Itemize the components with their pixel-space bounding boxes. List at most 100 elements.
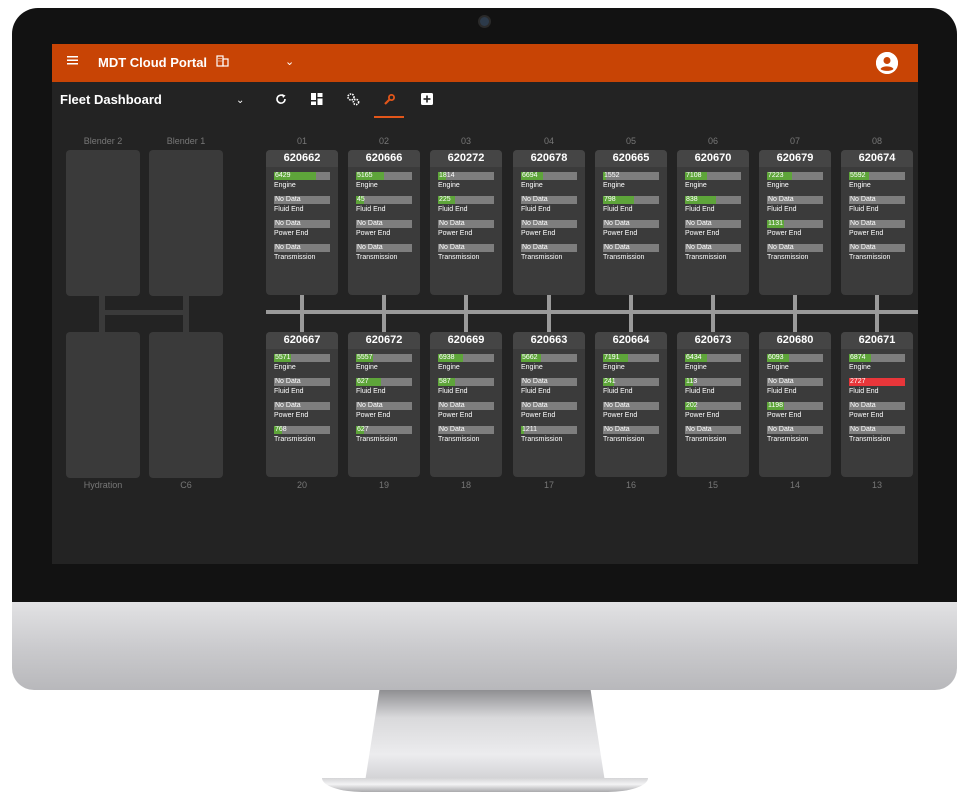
- menu-icon[interactable]: [66, 53, 82, 69]
- c6-block[interactable]: [149, 332, 223, 478]
- metric-bar: 6938: [438, 354, 494, 362]
- pump-card[interactable]: 620662 6429 Engine No Data Fluid End No Data P…: [266, 150, 338, 295]
- pump-metric: 6938 Engine: [438, 354, 494, 372]
- pump-slot-label: 01: [296, 136, 307, 146]
- pump-metric: No Data Transmission: [521, 244, 577, 262]
- pump-card[interactable]: 620679 7223 Engine No Data Fluid End 1131 Powe…: [759, 150, 831, 295]
- metric-label: Engine: [521, 364, 543, 371]
- dashboard-layout-icon[interactable]: [306, 88, 328, 110]
- pump-card[interactable]: 620666 5165 Engine 45 Fluid End No Data Power …: [348, 150, 420, 295]
- metric-bar: No Data: [767, 244, 823, 252]
- organization-icon[interactable]: [216, 54, 230, 70]
- pump-card[interactable]: 620680 6093 Engine No Data Fluid End 1198 Powe…: [759, 332, 831, 477]
- pump-card[interactable]: 620667 5571 Engine No Data Fluid End No Data P…: [266, 332, 338, 477]
- pump-card[interactable]: 620674 5592 Engine No Data Fluid End No Data P…: [841, 150, 913, 295]
- pump-card[interactable]: 620671 6874 Engine 2727 Fluid End No Data Powe…: [841, 332, 913, 477]
- blender-2-block[interactable]: [66, 150, 140, 296]
- pump-unit-id: 620665: [595, 150, 667, 167]
- pump-connector-pipe: [464, 295, 468, 312]
- pump-card[interactable]: 620669 6938 Engine 587 Fluid End No Data Power…: [430, 332, 502, 477]
- pump-slot-label: 02: [378, 136, 389, 146]
- metric-bar: No Data: [274, 244, 330, 252]
- metric-label: Transmission: [356, 436, 398, 443]
- app-title: MDT Cloud Portal: [98, 55, 208, 70]
- metric-bar: No Data: [849, 196, 905, 204]
- pump-card[interactable]: 620678 6694 Engine No Data Fluid End No Data P…: [513, 150, 585, 295]
- pump-card[interactable]: 620664 7191 Engine 241 Fluid End No Data Power…: [595, 332, 667, 477]
- metric-label: Power End: [767, 230, 802, 237]
- page-title: Fleet Dashboard: [60, 92, 162, 107]
- pump-card[interactable]: 620673 6434 Engine 113 Fluid End 202 Power End…: [677, 332, 749, 477]
- metric-value: 5557: [357, 354, 373, 361]
- metric-bar: No Data: [438, 220, 494, 228]
- metric-label: Fluid End: [603, 206, 633, 213]
- metric-value: No Data: [604, 244, 630, 251]
- pump-metric: 1211 Transmission: [521, 426, 577, 444]
- metric-label: Transmission: [521, 436, 563, 443]
- pump-card[interactable]: 620665 1552 Engine 798 Fluid End No Data Power…: [595, 150, 667, 295]
- pump-metric: No Data Transmission: [438, 244, 494, 262]
- metric-label: Transmission: [767, 436, 809, 443]
- dashboard-dropdown-chevron-icon[interactable]: ⌄: [236, 95, 244, 106]
- pump-metric: No Data Power End: [274, 402, 330, 420]
- metric-value: No Data: [439, 220, 465, 227]
- pump-metric: No Data Fluid End: [767, 378, 823, 396]
- refresh-icon[interactable]: [270, 88, 292, 110]
- metric-label: Transmission: [438, 436, 480, 443]
- metric-value: 798: [604, 196, 616, 203]
- metric-value: 6429: [275, 172, 291, 179]
- monitor-base: [322, 778, 648, 792]
- metric-bar: No Data: [274, 378, 330, 386]
- pump-metric: No Data Power End: [438, 402, 494, 420]
- pump-card[interactable]: 620663 5662 Engine No Data Fluid End No Data P…: [513, 332, 585, 477]
- pump-metric: 1814 Engine: [438, 172, 494, 190]
- org-dropdown-chevron-icon[interactable]: ⌄: [285, 55, 294, 68]
- pump-slot-label: 08: [871, 136, 882, 146]
- wrench-icon[interactable]: [374, 88, 404, 118]
- pump-metric: 627 Transmission: [356, 426, 412, 444]
- pump-unit-id: 620667: [266, 332, 338, 349]
- metric-value: 7223: [768, 172, 784, 179]
- metric-bar: 5557: [356, 354, 412, 362]
- metric-label: Fluid End: [274, 388, 304, 395]
- pump-slot-label: 03: [460, 136, 471, 146]
- pump-metric: No Data Fluid End: [849, 196, 905, 214]
- metric-value: 45: [357, 196, 365, 203]
- metric-bar: No Data: [849, 220, 905, 228]
- blender-1-block[interactable]: [149, 150, 223, 296]
- metric-value: No Data: [850, 220, 876, 227]
- metric-bar: 1814: [438, 172, 494, 180]
- pump-metric: 225 Fluid End: [438, 196, 494, 214]
- pump-unit-id: 620671: [841, 332, 913, 349]
- hydration-block[interactable]: [66, 332, 140, 478]
- monitor-chin: [12, 602, 957, 690]
- metric-bar: No Data: [356, 402, 412, 410]
- pump-connector-pipe: [547, 295, 551, 312]
- metric-label: Transmission: [603, 254, 645, 261]
- metric-label: Engine: [767, 182, 789, 189]
- pump-metric: No Data Fluid End: [767, 196, 823, 214]
- pump-unit-id: 620679: [759, 150, 831, 167]
- gears-icon[interactable]: [342, 88, 364, 110]
- metric-label: Fluid End: [356, 388, 386, 395]
- metric-value: No Data: [275, 378, 301, 385]
- toolbar: Fleet Dashboard ⌄: [52, 82, 918, 118]
- metric-value: No Data: [850, 426, 876, 433]
- pump-metric: 1131 Power End: [767, 220, 823, 238]
- pump-card[interactable]: 620272 1814 Engine 225 Fluid End No Data Power…: [430, 150, 502, 295]
- metric-label: Engine: [685, 364, 707, 371]
- add-box-icon[interactable]: [416, 88, 438, 110]
- blender-2-label: Blender 2: [83, 136, 123, 146]
- pump-card[interactable]: 620672 5557 Engine 627 Fluid End No Data Power…: [348, 332, 420, 477]
- pump-metric: 6093 Engine: [767, 354, 823, 372]
- account-icon[interactable]: [876, 52, 898, 74]
- metric-value: 7191: [604, 354, 620, 361]
- pump-connector-pipe: [875, 312, 879, 332]
- metric-value: 6874: [850, 354, 866, 361]
- metric-label: Engine: [274, 182, 296, 189]
- pump-metric: No Data Transmission: [603, 426, 659, 444]
- metric-label: Power End: [521, 230, 556, 237]
- metric-bar: 6093: [767, 354, 823, 362]
- pump-card[interactable]: 620670 7108 Engine 838 Fluid End No Data Power…: [677, 150, 749, 295]
- metric-bar: 7108: [685, 172, 741, 180]
